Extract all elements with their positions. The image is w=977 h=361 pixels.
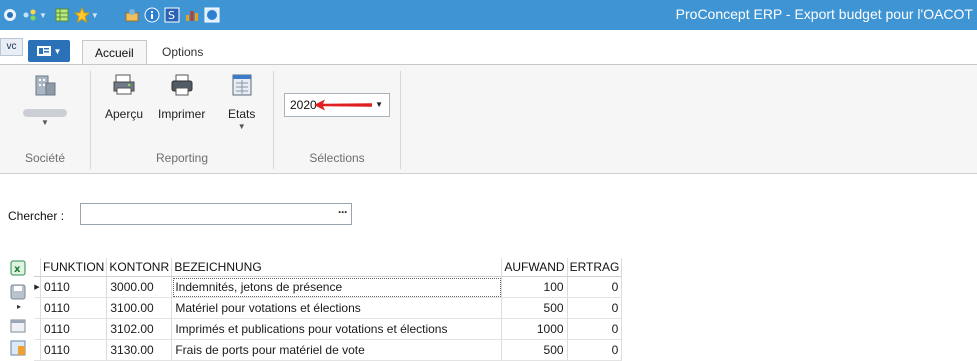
chevron-right-icon[interactable]: ▸ <box>10 302 28 318</box>
window-title: ProConcept ERP - Export budget pour l'OA… <box>675 6 973 22</box>
year-value: 2020 <box>290 98 317 112</box>
help-icon[interactable] <box>204 7 220 23</box>
column-header-kontonr[interactable]: KONTONR <box>106 258 173 277</box>
vc-tag: vc <box>0 38 23 56</box>
group-label-reporting: Reporting <box>155 151 209 165</box>
search-browse-button[interactable]: ··· <box>338 205 348 219</box>
cell-funktion[interactable]: 0110 <box>40 297 108 319</box>
chevron-down-icon[interactable]: ▼ <box>91 11 99 20</box>
cell-ertrag[interactable]: 0 <box>567 339 623 361</box>
star-icon[interactable] <box>73 7 90 23</box>
report-icon <box>231 73 253 100</box>
tools-icon[interactable] <box>124 7 140 23</box>
cell-funktion[interactable]: 0110 <box>40 318 108 340</box>
table-header-row: FUNKTION KONTONR BEZEICHNUNG AUFWAND ERT… <box>34 258 623 277</box>
apercu-label: Aperçu <box>105 107 144 121</box>
apercu-button[interactable]: Aperçu <box>105 73 143 121</box>
cell-funktion[interactable]: 0110 <box>40 276 108 298</box>
application-menu-button[interactable]: ▼ <box>28 40 70 62</box>
group-divider <box>400 71 401 169</box>
info-icon[interactable] <box>144 7 160 23</box>
cell-aufwand[interactable]: 500 <box>501 339 568 361</box>
group-label-societe: Société <box>24 151 66 165</box>
cell-aufwand[interactable]: 500 <box>501 297 568 319</box>
cell-bezeichnung[interactable]: Indemnités, jetons de présence <box>171 276 503 298</box>
cell-ertrag[interactable]: 0 <box>567 318 623 340</box>
chevron-down-icon[interactable]: ▼ <box>39 11 47 20</box>
cell-aufwand[interactable]: 1000 <box>501 318 568 340</box>
save-icon[interactable] <box>10 284 28 300</box>
grid-icon[interactable] <box>54 7 70 23</box>
app-icon[interactable] <box>2 7 18 23</box>
etats-button[interactable]: Etats ▼ <box>228 73 255 131</box>
cell-aufwand[interactable]: 100 <box>501 276 568 298</box>
ribbon-panel: ▼ Société Aperçu Imprimer Etats ▼ Report… <box>0 64 977 174</box>
cell-bezeichnung[interactable]: Matériel pour votations et élections <box>171 297 503 319</box>
cell-funktion[interactable]: 0110 <box>40 339 108 361</box>
imprimer-label: Imprimer <box>158 107 206 121</box>
imprimer-button[interactable]: Imprimer <box>158 73 205 121</box>
group-label-selections: Sélections <box>309 151 365 165</box>
red-arrow-annotation <box>314 99 372 111</box>
chevron-down-icon: ▼ <box>237 122 246 131</box>
cell-kontonr[interactable]: 3102.00 <box>106 318 173 340</box>
excel-export-icon[interactable]: x <box>10 260 28 276</box>
chart-icon[interactable] <box>184 7 200 23</box>
building-icon <box>34 73 56 100</box>
cell-ertrag[interactable]: 0 <box>567 276 623 298</box>
search-label: Chercher : <box>8 209 65 223</box>
title-bar: ▼ ▼ S ProConcept ERP - Export budget pou… <box>0 0 977 30</box>
table-row[interactable]: 0110 3102.00 Imprimés et publications po… <box>34 318 623 340</box>
column-header-bezeichnung[interactable]: BEZEICHNUNG <box>171 258 503 277</box>
tab-options[interactable]: Options <box>150 40 215 64</box>
form-icon[interactable] <box>10 318 28 334</box>
budget-table: FUNKTION KONTONR BEZEICHNUNG AUFWAND ERT… <box>34 258 623 361</box>
table-row[interactable]: 0110 3100.00 Matériel pour votations et … <box>34 297 623 319</box>
printer-icon <box>170 73 194 100</box>
chevron-down-icon: ▼ <box>375 100 383 109</box>
column-header-funktion[interactable]: FUNKTION <box>40 258 108 277</box>
company-button[interactable]: ▼ <box>23 73 67 127</box>
group-reporting: Aperçu Imprimer Etats ▼ Reporting <box>91 65 273 173</box>
svg-text:S: S <box>168 9 175 22</box>
cell-kontonr[interactable]: 3130.00 <box>106 339 173 361</box>
tab-accueil[interactable]: Accueil <box>82 40 147 66</box>
table-settings-icon[interactable] <box>10 340 28 356</box>
group-selections: Sélections <box>274 65 400 173</box>
column-header-ertrag[interactable]: ERTRAG <box>567 258 623 277</box>
flow-icon[interactable] <box>22 7 38 23</box>
cell-kontonr[interactable]: 3000.00 <box>106 276 173 298</box>
cell-bezeichnung[interactable]: Imprimés et publications pour votations … <box>171 318 503 340</box>
chevron-down-icon: ▼ <box>41 118 49 127</box>
svg-text:x: x <box>14 264 21 275</box>
quick-access-toolbar: ▼ ▼ S <box>2 4 220 26</box>
etats-label: Etats <box>228 107 256 121</box>
s-icon[interactable]: S <box>164 7 180 23</box>
table-row[interactable]: ▶ 0110 3000.00 Indemnités, jetons de pré… <box>34 276 623 298</box>
company-name-blurred <box>23 109 67 117</box>
print-preview-icon <box>112 73 136 100</box>
cell-kontonr[interactable]: 3100.00 <box>106 297 173 319</box>
column-header-aufwand[interactable]: AUFWAND <box>501 258 568 277</box>
search-input[interactable]: ··· <box>80 203 352 225</box>
cell-bezeichnung[interactable]: Frais de ports pour matériel de vote <box>171 339 503 361</box>
chevron-down-icon: ▼ <box>53 46 62 56</box>
table-row[interactable]: 0110 3130.00 Frais de ports pour matérie… <box>34 339 623 361</box>
group-societe: ▼ Société <box>0 65 90 173</box>
cell-ertrag[interactable]: 0 <box>567 297 623 319</box>
